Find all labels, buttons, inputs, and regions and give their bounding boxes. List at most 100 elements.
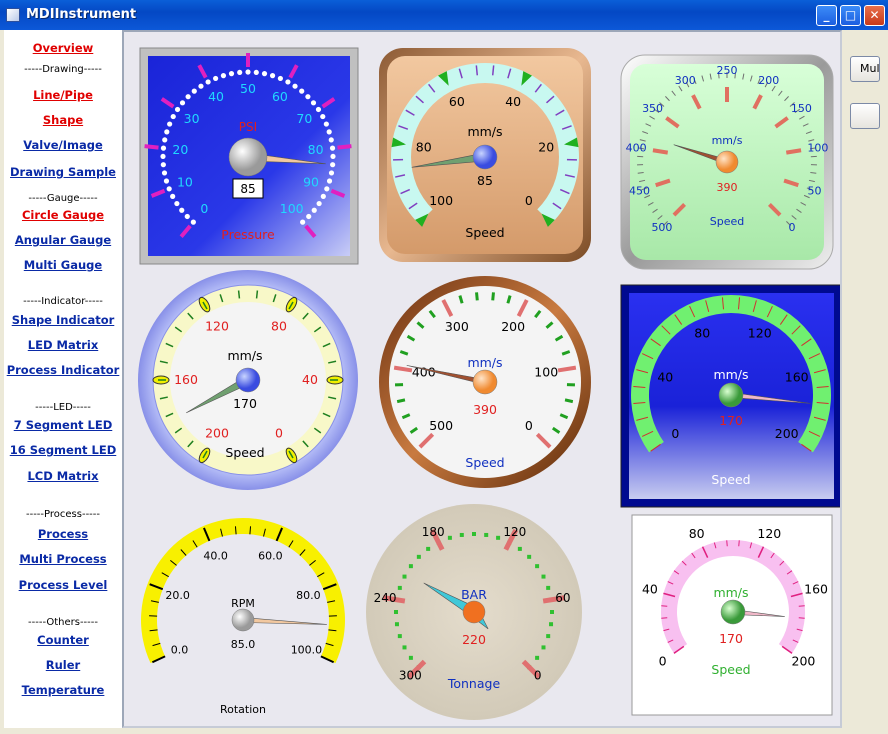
navy-tick-label: 200	[775, 426, 799, 441]
pink-minor-tick	[661, 617, 668, 619]
ring-tick-label: 40	[302, 372, 318, 387]
multi-button[interactable]: Mul	[850, 56, 880, 82]
pressure-dot	[306, 213, 312, 220]
tonnage-minor-tick	[408, 564, 413, 569]
pressure-dot	[161, 170, 168, 176]
ring-value: 170	[233, 396, 257, 411]
tonnage-minor-tick	[447, 535, 452, 540]
maximize-button[interactable]: □	[840, 5, 861, 26]
sidebar-section-header: -----Process-----	[25, 509, 101, 520]
tonnage-minor-tick	[517, 546, 522, 551]
sidebar-link-valve-image[interactable]: Valve/Image	[4, 138, 122, 152]
pressure-tick-label: 10	[177, 174, 193, 189]
sidebar-link-shape[interactable]: Shape	[4, 113, 122, 127]
copper-tick-label: 20	[538, 139, 554, 154]
pink-tick-label: 80	[689, 526, 705, 541]
sidebar-link-process-level[interactable]: Process Level	[4, 578, 122, 592]
tonnage-minor-tick	[535, 655, 540, 660]
sidebar-link-shape-indicator[interactable]: Shape Indicator	[4, 313, 122, 327]
pressure-dot	[179, 100, 186, 106]
navy-value: 170	[719, 413, 743, 428]
tonnage-minor-tick	[416, 554, 421, 559]
ring-tick-label: 160	[174, 372, 198, 387]
sidebar-link-lcd-matrix[interactable]: LCD Matrix	[4, 469, 122, 483]
brown-minor-tick	[475, 292, 479, 301]
sidebar-link-line-pipe[interactable]: Line/Pipe	[4, 88, 122, 102]
tonnage-minor-tick	[397, 585, 402, 590]
sidebar-section-header: -----LED-----	[35, 402, 91, 413]
green-tick-label: 400	[626, 142, 647, 155]
sidebar-link-16-segment-led[interactable]: 16 Segment LED	[4, 443, 122, 457]
sidebar-link-7-segment-led[interactable]: 7 Segment LED	[4, 418, 122, 432]
copper-tick-label: 60	[449, 94, 465, 109]
minimize-button[interactable]: _	[816, 5, 837, 26]
tonnage-minor-tick	[541, 574, 546, 579]
green-tick-label: 500	[651, 221, 672, 234]
copper-tick-label: 80	[416, 139, 432, 154]
ring-minor-tick	[237, 290, 241, 299]
tonnage-knob	[462, 600, 486, 624]
sidebar-link-process-indicator[interactable]: Process Indicator	[4, 363, 122, 377]
copper-minor-tick	[491, 65, 495, 76]
sidebar-link-circle-gauge[interactable]: Circle Gauge	[4, 208, 122, 222]
pressure-dot	[160, 145, 167, 151]
pressure-tick-label: 20	[172, 142, 188, 157]
brown-minor-tick	[491, 292, 495, 301]
sidebar-link-angular-gauge[interactable]: Angular Gauge	[4, 233, 122, 247]
tonnage-minor-tick	[394, 622, 399, 627]
pressure-dot	[174, 200, 180, 207]
tonnage-minor-tick	[459, 532, 464, 537]
brown-major-tick	[557, 365, 577, 373]
sidebar-link-temperature[interactable]: Temperature	[4, 683, 122, 697]
rotation-tick-label: 100.0	[291, 644, 323, 657]
pressure-dot	[326, 178, 333, 184]
pressure-unit-label: PSI	[239, 120, 257, 134]
ring-unit-label: mm/s	[227, 348, 262, 363]
copper-tick-label: 0	[525, 193, 533, 208]
tonnage-minor-tick	[408, 655, 413, 660]
pressure-dot	[324, 186, 330, 192]
pressure-dot	[261, 71, 268, 77]
green-tick-label: 200	[758, 74, 779, 87]
copper-tick-label: 40	[505, 94, 521, 109]
pressure-dot	[285, 79, 291, 85]
rotation-tick-label: 0.0	[171, 644, 189, 657]
navy-tick-label: 80	[694, 325, 710, 340]
sidebar-section-header: -----Drawing-----	[24, 64, 102, 75]
app-icon	[6, 8, 20, 22]
sidebar-link-counter[interactable]: Counter	[4, 633, 122, 647]
pressure-dot	[191, 88, 197, 94]
navy-tick-label: 40	[657, 369, 673, 384]
pressure-dot	[292, 83, 298, 89]
navy-tick-label: 120	[748, 325, 772, 340]
rotation-value: 85.0	[231, 638, 256, 651]
pressure-tick-label: 80	[308, 142, 324, 157]
tonnage-minor-tick	[550, 610, 554, 614]
sidebar-link-drawing-sample[interactable]: Drawing Sample	[4, 165, 122, 179]
sidebar-link-led-matrix[interactable]: LED Matrix	[4, 338, 122, 352]
close-button[interactable]: ✕	[864, 5, 885, 26]
ring-tick-label: 200	[205, 426, 229, 441]
pressure-title-label: Pressure	[221, 227, 275, 242]
tonnage-title-label: Tonnage	[447, 676, 501, 691]
brown-tick-label: 300	[445, 319, 469, 334]
sidebar-link-multi-gauge[interactable]: Multi Gauge	[4, 258, 122, 272]
rotation-tick-label: 60.0	[258, 550, 283, 563]
rotation-title-label: Rotation	[220, 703, 266, 716]
sidebar: Overview -----Drawing----- Line/Pipe Shape V…	[4, 30, 122, 730]
sidebar-link-overview[interactable]: Overview	[4, 41, 122, 55]
side-button[interactable]	[850, 103, 880, 129]
ring-tick-label: 80	[271, 318, 287, 333]
copper-value: 85	[477, 173, 493, 188]
sidebar-link-ruler[interactable]: Ruler	[4, 658, 122, 672]
pressure-dot	[320, 193, 326, 199]
pressure-dot	[299, 88, 305, 94]
green-tick-label: 350	[642, 102, 663, 115]
tonnage-minor-tick	[394, 610, 398, 614]
tonnage-minor-tick	[426, 546, 431, 551]
sidebar-link-process[interactable]: Process	[4, 527, 122, 541]
green-value: 390	[717, 181, 738, 194]
navy-title-label: Speed	[711, 472, 750, 487]
sidebar-link-multi-process[interactable]: Multi Process	[4, 552, 122, 566]
pressure-dot	[326, 129, 332, 135]
